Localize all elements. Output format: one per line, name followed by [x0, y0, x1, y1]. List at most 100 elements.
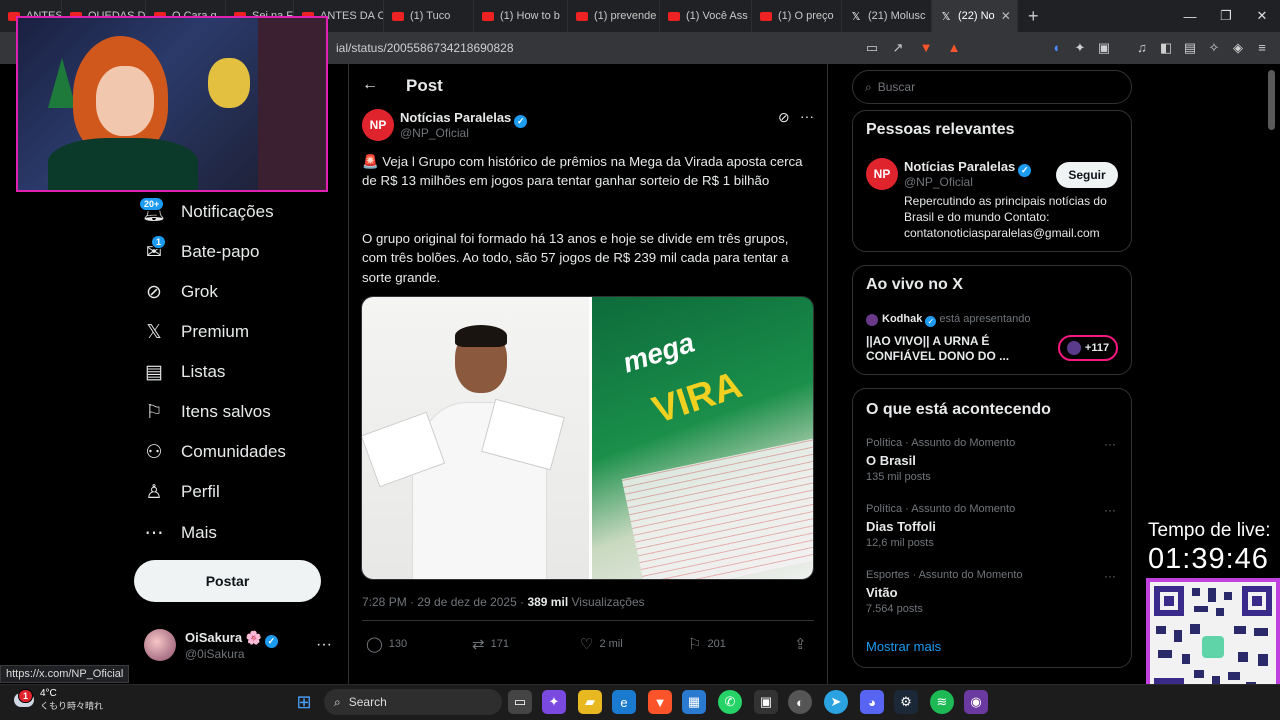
nav-label: Comunidades [181, 442, 286, 461]
bookmark-button[interactable]: ⚐ 201 [688, 635, 726, 653]
browser-tab[interactable]: (1) How to b [474, 0, 568, 32]
nav-messages[interactable]: ✉ 1 Bate-papo [143, 235, 259, 267]
nav-label: Mais [181, 523, 217, 542]
browser-tab-active[interactable]: 𝕏 (22) No ✕ [932, 0, 1018, 32]
grok-explain-icon[interactable]: ⊘ [778, 109, 790, 126]
extensions-icon[interactable]: ✦ [1072, 40, 1088, 56]
trend-name[interactable]: O Brasil [866, 453, 916, 468]
photo-man-with-tickets[interactable] [362, 297, 589, 579]
leo-icon[interactable]: ✧ [1206, 40, 1222, 56]
close-window-icon[interactable]: ✕ [1244, 8, 1280, 24]
search-input[interactable]: ⌕ Buscar [852, 70, 1132, 104]
app-icon[interactable]: ◐ [788, 690, 812, 714]
trend-name[interactable]: Dias Toffoli [866, 519, 936, 534]
share-icon[interactable]: ↗ [890, 40, 906, 56]
like-button[interactable]: ♡ 2 mil [580, 635, 623, 653]
cast-icon[interactable]: ▭ [864, 40, 880, 56]
url-text[interactable]: ial/status/2005586734218690828 [336, 41, 514, 55]
browser-tab[interactable]: (1) O preço [752, 0, 842, 32]
obs-icon[interactable]: ◉ [964, 690, 988, 714]
weather-widget[interactable]: 1 4°C くもり時々晴れ [14, 688, 103, 712]
trend-name[interactable]: Vitão [866, 585, 898, 600]
browser-tab[interactable]: (1) prevende [568, 0, 660, 32]
copilot-icon[interactable]: ✦ [542, 690, 566, 714]
audio-icon[interactable]: ◖ [1048, 40, 1064, 56]
nav-notifications[interactable]: 🔔︎ 20+ Notificações [139, 197, 274, 227]
account-avatar[interactable] [144, 629, 176, 661]
nav-communities[interactable]: ⚇ Comunidades [143, 437, 286, 467]
trend-more-icon[interactable]: ··· [1104, 569, 1116, 583]
nav-premium[interactable]: 𝕏 Premium [143, 317, 249, 347]
browser-tab[interactable]: (1) Você Ass [660, 0, 752, 32]
share-button[interactable]: ⇪ [794, 635, 807, 653]
follow-button[interactable]: Seguir [1056, 162, 1118, 188]
whatsapp-icon[interactable]: ✆ [718, 690, 742, 714]
scrollbar[interactable] [1268, 70, 1275, 130]
post-button[interactable]: Postar [134, 560, 321, 602]
telegram-icon[interactable]: ➤ [824, 690, 848, 714]
nav-more[interactable]: ⋯ Mais [143, 518, 217, 548]
show-more-link[interactable]: Mostrar mais [866, 639, 941, 654]
relevant-handle[interactable]: @NP_Oficial [904, 175, 973, 189]
nav-grok[interactable]: ⊘ Grok [143, 277, 218, 307]
listener-avatar [1066, 341, 1081, 355]
live-host[interactable]: Kodhak ✓ está apresentando [882, 313, 1031, 327]
reply-button[interactable]: ◯ 130 [366, 635, 407, 653]
brave-icon[interactable]: ▼ [648, 690, 672, 714]
browser-tab[interactable]: 𝕏 (21) Molusc [842, 0, 932, 32]
new-tab-icon[interactable]: + [1018, 6, 1049, 27]
post-media[interactable]: mega VIRA [361, 296, 814, 580]
taskbar-search[interactable]: ⌕ Search [324, 689, 502, 715]
hair-shape [455, 325, 507, 347]
share-icon: ⇪ [794, 636, 807, 653]
account-more-icon[interactable]: ··· [316, 636, 332, 654]
store-icon[interactable]: ▦ [682, 690, 706, 714]
nav-bookmarks[interactable]: ⚐ Itens salvos [143, 397, 270, 427]
image-text-vira: VIRA [647, 364, 747, 433]
stream-time-label: Tempo de live: [1148, 520, 1271, 541]
windows-start-icon[interactable]: ⊞ [292, 690, 316, 714]
task-view-icon[interactable]: ▭ [508, 690, 532, 714]
capcut-icon[interactable]: ▣ [754, 690, 778, 714]
file-explorer-icon[interactable]: ▰ [578, 690, 602, 714]
live-host-avatar[interactable] [866, 314, 878, 326]
post-timestamp[interactable]: 7:28 PM · 29 de dez de 2025 · [362, 595, 527, 609]
edge-icon[interactable]: e [612, 690, 636, 714]
wallet-icon[interactable]: ▤ [1182, 40, 1198, 56]
webcam-overlay [16, 16, 328, 192]
relevant-avatar[interactable]: NP [866, 158, 898, 190]
spotify-icon[interactable]: ≋ [930, 690, 954, 714]
repost-button[interactable]: ⇄ 171 [472, 635, 509, 653]
author-avatar[interactable]: NP [362, 109, 394, 141]
discord-icon[interactable]: ◕ [860, 690, 884, 714]
trend-more-icon[interactable]: ··· [1104, 437, 1116, 451]
restore-icon[interactable]: ❐ [1208, 8, 1244, 24]
brave-shield-icon[interactable]: ▼ [918, 40, 934, 56]
music-icon[interactable]: ♫ [1134, 40, 1150, 56]
steam-icon[interactable]: ⚙ [894, 690, 918, 714]
post-more-icon[interactable]: ··· [800, 108, 814, 124]
live-host-name: Kodhak [882, 313, 923, 325]
sidebar-toggle-icon[interactable]: ◧ [1158, 40, 1174, 56]
nav-profile[interactable]: ♙ Perfil [143, 477, 219, 507]
trend-more-icon[interactable]: ··· [1104, 503, 1116, 517]
author-handle[interactable]: @NP_Oficial [400, 126, 469, 140]
post-text-paragraph: O grupo original foi formado há 13 anos … [362, 231, 789, 285]
view-count-label: Visualizações [568, 595, 645, 609]
live-listener-count[interactable]: +117 [1058, 335, 1118, 361]
bookmark-count: 201 [707, 638, 726, 650]
vpn-icon[interactable]: ◈ [1230, 40, 1246, 56]
live-stream-title[interactable]: ||AO VIVO|| A URNA É CONFIÁVEL DONO DO .… [866, 334, 1051, 364]
photo-mega-da-virada-tickets[interactable]: mega VIRA [592, 297, 813, 579]
trend-category: Esportes · Assunto do Momento [866, 569, 1023, 581]
menu-icon[interactable]: ≡ [1254, 40, 1270, 56]
brave-rewards-icon[interactable]: ▲ [946, 40, 962, 56]
close-tab-icon[interactable]: ✕ [1001, 9, 1011, 23]
browser-tab[interactable]: (1) Tuco [384, 0, 474, 32]
nav-label: Premium [181, 322, 250, 341]
back-arrow-icon[interactable]: ← [362, 76, 378, 94]
nav-lists[interactable]: ▤ Listas [143, 357, 225, 387]
windows-taskbar [0, 684, 1280, 720]
reader-icon[interactable]: ▣ [1096, 40, 1112, 56]
minimize-icon[interactable]: — [1172, 9, 1208, 24]
